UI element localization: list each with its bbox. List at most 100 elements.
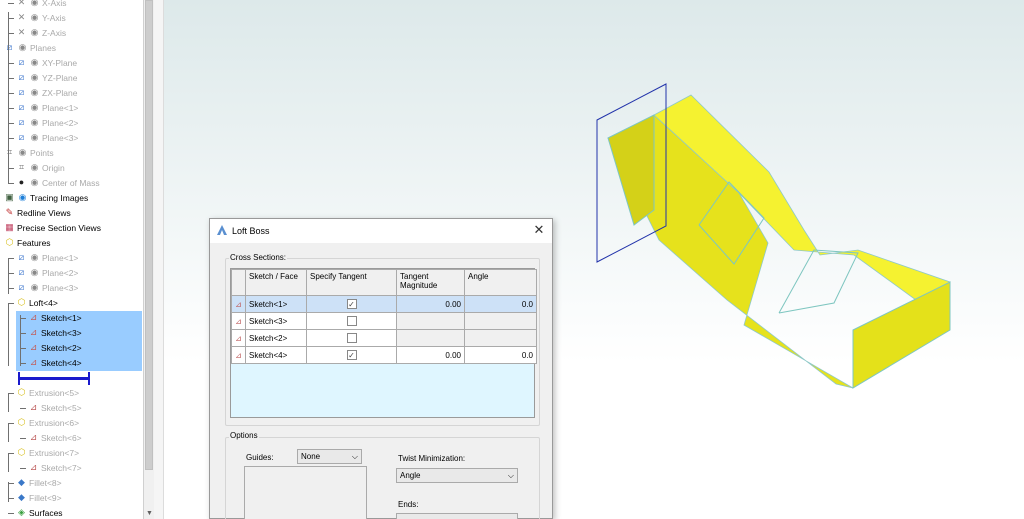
tree-item[interactable]: ⬡ Loft<4> xyxy=(0,296,143,311)
eye-icon[interactable]: ◉ xyxy=(29,87,40,98)
eye-icon[interactable]: ◉ xyxy=(29,27,40,38)
tree-item[interactable]: ✕ ◉ Z-Axis xyxy=(0,26,143,41)
tree-item[interactable]: ⧄ ◉ YZ-Plane xyxy=(0,71,143,86)
ends-dropdown[interactable] xyxy=(396,513,518,519)
tree-connector xyxy=(20,315,21,366)
tree-item[interactable]: ⊿ Sketch<6> xyxy=(0,431,143,446)
tree-item[interactable]: ● ◉ Center of Mass xyxy=(0,176,143,191)
tree-item[interactable]: ◆ Fillet<9> xyxy=(0,491,143,506)
tree-item[interactable]: ⌗ ◉ Points xyxy=(0,146,143,161)
eye-icon[interactable]: ◉ xyxy=(29,102,40,113)
tree-item-label: Sketch<3> xyxy=(41,328,82,338)
sketch-icon: ⊿ xyxy=(29,432,38,442)
tree-item[interactable]: ⬡ Extrusion<5> xyxy=(0,386,143,401)
eye-icon[interactable]: ◉ xyxy=(17,192,28,203)
eye-icon[interactable]: ◉ xyxy=(29,117,40,128)
tree-item[interactable]: ✕ ◉ X-Axis xyxy=(0,0,143,11)
tree-item-label: Plane<1> xyxy=(42,253,79,263)
guides-value: None xyxy=(301,452,321,461)
close-icon[interactable]: ✕ xyxy=(532,223,546,237)
tree-item[interactable]: ▣ ◉ Tracing Images xyxy=(0,191,143,206)
tree-item[interactable]: ⌗ ◉ Origin xyxy=(0,161,143,176)
tree-item[interactable]: ⧄ ◉ Plane<3> xyxy=(0,281,143,296)
sketch-icon: ⊿ xyxy=(231,295,246,313)
tree-item[interactable]: ⊿ Sketch<4> xyxy=(16,356,142,371)
sketch-icon: ⊿ xyxy=(231,312,246,330)
tree-item[interactable]: ⧄ ◉ XY-Plane xyxy=(0,56,143,71)
chevron-down-icon: ⌵ xyxy=(507,471,514,480)
tree-item-label: X-Axis xyxy=(42,0,67,8)
tree-item[interactable] xyxy=(0,371,143,386)
specify-tangent-checkbox[interactable] xyxy=(346,316,357,326)
eye-icon[interactable]: ◉ xyxy=(29,132,40,143)
specify-tangent-checkbox[interactable]: ✓ xyxy=(346,299,357,309)
fillet-icon: ◆ xyxy=(18,477,25,487)
tree-item[interactable]: ⬡ Extrusion<7> xyxy=(0,446,143,461)
tree-item[interactable]: ⧄ ◉ ZX-Plane xyxy=(0,86,143,101)
tree-item[interactable]: ◈ Surfaces xyxy=(0,506,143,519)
tree-item-label: Loft<4> xyxy=(29,298,58,308)
eye-icon[interactable]: ◉ xyxy=(29,0,40,8)
pane-splitter[interactable] xyxy=(154,0,164,519)
tree-item[interactable]: ⧄ ◉ Plane<1> xyxy=(0,251,143,266)
axis-icon: ✕ xyxy=(17,27,26,37)
angle-cell[interactable]: 0.0 xyxy=(464,295,537,313)
cube-icon: ⬡ xyxy=(17,387,26,397)
tree-item[interactable]: ⧄ ◉ Plane<3> xyxy=(0,131,143,146)
angle-cell xyxy=(464,312,537,330)
tree-item[interactable]: ⬡ Features xyxy=(0,236,143,251)
tree-connector xyxy=(8,513,14,514)
tree-connector xyxy=(8,12,9,184)
tree-item-label: Points xyxy=(30,148,54,158)
rollback-marker-icon[interactable] xyxy=(18,377,90,380)
eye-icon[interactable]: ◉ xyxy=(29,57,40,68)
tree-item[interactable]: ⊿ Sketch<2> xyxy=(16,341,142,356)
eye-icon[interactable]: ◉ xyxy=(29,72,40,83)
eye-icon[interactable]: ◉ xyxy=(29,12,40,23)
eye-icon[interactable]: ◉ xyxy=(29,162,40,173)
tree-scrollbar[interactable]: ▼ xyxy=(143,0,154,519)
tree-item[interactable]: ⧄ ◉ Plane<1> xyxy=(0,101,143,116)
table-row[interactable]: ⊿ Sketch<2> xyxy=(231,329,537,347)
guides-label: Guides: xyxy=(246,453,274,462)
cube-icon: ⬡ xyxy=(17,417,26,427)
sketch-name-cell: Sketch<4> xyxy=(245,346,307,364)
specify-tangent-checkbox[interactable]: ✓ xyxy=(346,350,357,360)
sketch-icon: ⊿ xyxy=(231,329,246,347)
tree-item[interactable]: ▦ Precise Section Views xyxy=(0,221,143,236)
table-row[interactable]: ⊿ Sketch<3> xyxy=(231,312,537,330)
eye-icon[interactable]: ◉ xyxy=(29,252,40,263)
eye-icon[interactable]: ◉ xyxy=(17,147,28,158)
plane-icon: ⧄ xyxy=(18,267,25,277)
tree-item[interactable]: ✎ Redline Views xyxy=(0,206,143,221)
surface-icon: ◈ xyxy=(18,507,25,517)
cross-sections-grid[interactable]: Sketch / Face Specify Tangent Tangent Magn… xyxy=(230,268,537,418)
tangent-magnitude-cell[interactable]: 0.00 xyxy=(396,295,465,313)
eye-icon[interactable]: ◉ xyxy=(29,282,40,293)
tree-item[interactable]: ⧄ ◉ Planes xyxy=(0,41,143,56)
tree-item[interactable]: ⬡ Extrusion<6> xyxy=(0,416,143,431)
tree-item[interactable]: ◆ Fillet<8> xyxy=(0,476,143,491)
eye-icon[interactable]: ◉ xyxy=(29,177,40,188)
scrollbar-thumb[interactable] xyxy=(145,0,153,470)
feature-tree[interactable]: ✕ ◉ X-Axis ✕ ◉ Y-Axis ✕ ◉ Z-Axis ⧄ ◉ Planes ⧄ ◉ XY-Pla… xyxy=(0,0,143,519)
guides-list[interactable] xyxy=(244,466,367,519)
tree-item[interactable]: ⧄ ◉ Plane<2> xyxy=(0,266,143,281)
guides-dropdown[interactable]: None ⌵ xyxy=(297,449,362,464)
eye-icon[interactable]: ◉ xyxy=(29,267,40,278)
tree-item[interactable]: ⊿ Sketch<3> xyxy=(16,326,142,341)
eye-icon[interactable]: ◉ xyxy=(17,42,28,53)
specify-tangent-checkbox[interactable] xyxy=(346,333,357,343)
tree-item[interactable]: ⊿ Sketch<1> xyxy=(16,311,142,326)
tree-item[interactable]: ⊿ Sketch<5> xyxy=(0,401,143,416)
twist-minimization-dropdown[interactable]: Angle ⌵ xyxy=(396,468,518,483)
tree-item-label: Fillet<9> xyxy=(29,493,62,503)
tree-item[interactable]: ⧄ ◉ Plane<2> xyxy=(0,116,143,131)
table-row[interactable]: ⊿ Sketch<4> ✓ 0.00 0.0 xyxy=(231,346,537,364)
tree-item[interactable]: ✕ ◉ Y-Axis xyxy=(0,11,143,26)
angle-cell[interactable]: 0.0 xyxy=(464,346,537,364)
tree-item[interactable]: ⊿ Sketch<7> xyxy=(0,461,143,476)
table-row[interactable]: ⊿ Sketch<1> ✓ 0.00 0.0 xyxy=(231,295,537,313)
tree-item-label: Features xyxy=(17,238,51,248)
tangent-magnitude-cell[interactable]: 0.00 xyxy=(396,346,465,364)
